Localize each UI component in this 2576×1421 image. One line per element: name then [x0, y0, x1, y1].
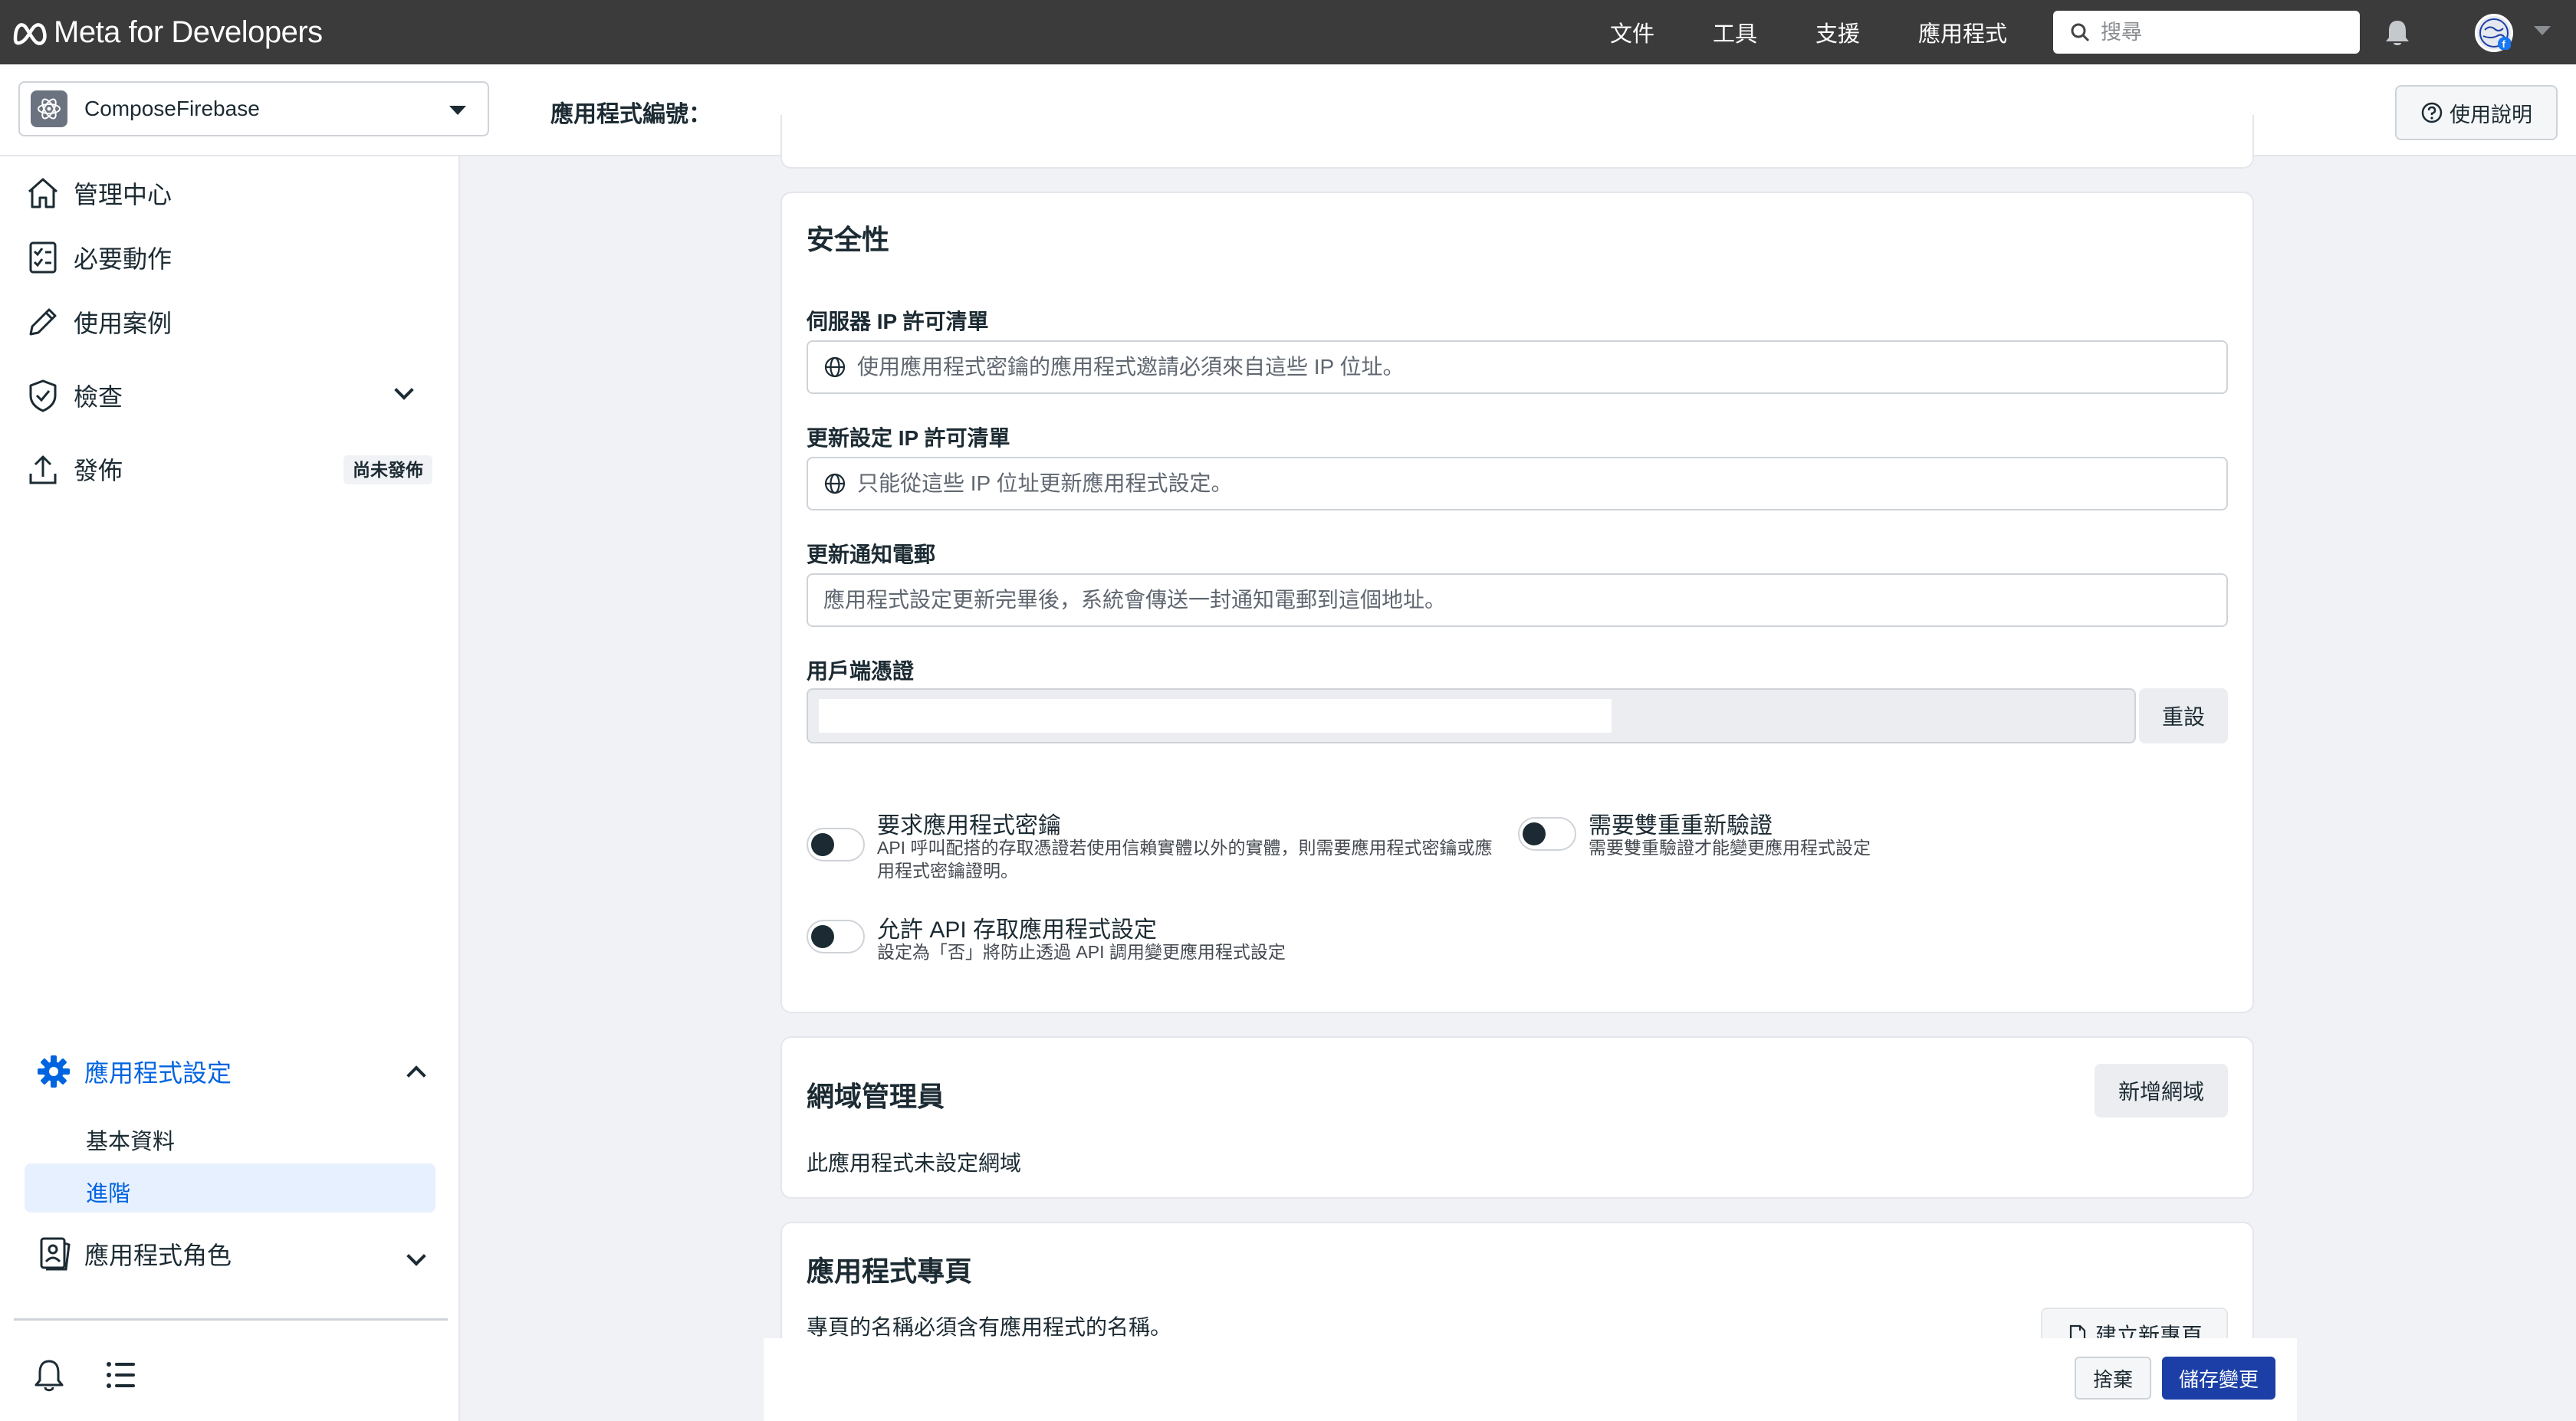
gear-icon — [38, 1055, 70, 1088]
meta-infinity-icon — [13, 22, 47, 45]
sidebar-item-label: 必要動作 — [74, 245, 172, 273]
app-icon — [31, 90, 67, 127]
update-ip-input[interactable] — [857, 471, 2160, 496]
discard-button[interactable]: 捨棄 — [2075, 1357, 2151, 1400]
home-icon — [28, 178, 58, 208]
require-app-secret-desc-2: 用程式密鑰證明。 — [877, 861, 1018, 881]
allow-api-settings-toggle[interactable] — [807, 920, 865, 953]
upload-icon — [29, 455, 57, 484]
sidebar-item-label: 檢查 — [74, 383, 123, 411]
sticky-save-bar — [764, 1338, 2297, 1421]
id-badge-icon — [40, 1237, 71, 1271]
update-ip-label: 更新設定 IP 許可清單 — [807, 426, 1010, 450]
chevron-up-icon[interactable] — [406, 1065, 426, 1085]
notify-email-label: 更新通知電郵 — [807, 543, 936, 566]
status-badge: 尚未發佈 — [343, 455, 432, 484]
notify-email-input[interactable] — [823, 588, 2127, 612]
sidebar-item-app-settings[interactable]: 應用程式設定 — [35, 1053, 232, 1090]
client-token-label: 用戶端憑證 — [807, 659, 915, 683]
shield-check-icon — [29, 379, 57, 412]
sidebar-item-label: 管理中心 — [74, 181, 172, 208]
require-2fa-toggle[interactable] — [1518, 817, 1576, 851]
sidebar-item-label: 使用案例 — [74, 310, 172, 337]
sidebar-item-dashboard[interactable]: 管理中心 — [25, 175, 172, 212]
sidebar-divider — [14, 1318, 448, 1321]
sidebar-subitem-basic[interactable]: 基本資料 — [86, 1124, 175, 1156]
notify-email-field[interactable] — [807, 573, 2228, 627]
checklist-icon — [29, 241, 57, 274]
sidebar-item-required-actions[interactable]: 必要動作 — [25, 239, 172, 276]
user-avatar[interactable]: f — [2475, 14, 2513, 52]
app-page-desc: 專頁的名稱必須含有應用程式的名稱。 — [807, 1315, 1172, 1339]
require-2fa-desc: 需要雙重驗證才能變更應用程式設定 — [1589, 838, 1871, 858]
account-menu-caret-icon[interactable] — [2534, 26, 2551, 35]
brand-name: Meta for Developers — [54, 15, 323, 49]
chevron-down-icon — [449, 106, 466, 115]
security-title: 安全性 — [807, 224, 890, 255]
sidebar-item-publish[interactable]: 發佈 — [25, 451, 123, 487]
help-circle-icon — [2421, 102, 2443, 123]
sidebar-subitem-advanced[interactable]: 進階 — [86, 1176, 130, 1208]
search-input[interactable] — [2101, 20, 2346, 44]
require-app-secret-desc-1: API 呼叫配搭的存取憑證若使用信賴實體以外的實體，則需要應用程式密鑰或應 — [877, 838, 1493, 858]
list-icon[interactable] — [103, 1357, 140, 1393]
meta-logo[interactable]: Meta for Developers — [11, 15, 323, 50]
app-page-title: 應用程式專頁 — [807, 1255, 973, 1287]
pencil-icon — [29, 308, 57, 336]
reset-token-button[interactable]: 重設 — [2139, 688, 2228, 743]
update-ip-field[interactable] — [807, 457, 2228, 510]
sidebar-item-label: 發佈 — [74, 457, 123, 484]
domain-empty-text: 此應用程式未設定網域 — [807, 1151, 1022, 1175]
atom-icon — [38, 98, 61, 120]
nav-tools[interactable]: 工具 — [1713, 16, 1757, 48]
server-ip-input[interactable] — [857, 355, 2160, 379]
previous-section-card — [780, 115, 2254, 169]
top-nav: 文件 工具 支援 應用程式 — [1610, 0, 2065, 64]
top-nav-bar: Meta for Developers 文件 工具 支援 應用程式 f — [0, 0, 2576, 64]
app-id-label: 應用程式編號： — [550, 102, 711, 127]
require-app-secret-toggle[interactable] — [807, 828, 865, 861]
notifications-bell-icon[interactable] — [2383, 18, 2412, 48]
globe-icon — [824, 356, 846, 378]
sidebar-item-use-cases[interactable]: 使用案例 — [25, 304, 172, 340]
allow-api-settings-desc: 設定為「否」將防止透過 API 調用變更應用程式設定 — [877, 942, 1286, 962]
sidebar-item-label: 應用程式設定 — [84, 1059, 232, 1087]
sidebar-item-review[interactable]: 檢查 — [25, 377, 123, 414]
nav-apps[interactable]: 應用程式 — [1918, 16, 2007, 48]
chevron-down-icon[interactable] — [394, 380, 414, 400]
globe-icon — [824, 473, 846, 494]
server-ip-field[interactable] — [807, 340, 2228, 394]
sidebar: 管理中心 必要動作 使用案例 檢查 發佈 尚未發佈 應用程式設定 基本資料 進階… — [0, 156, 460, 1421]
help-label: 使用說明 — [2450, 103, 2532, 126]
client-token-value — [819, 699, 1612, 733]
svg-text:f: f — [2502, 38, 2506, 50]
sidebar-item-label: 應用程式角色 — [84, 1242, 232, 1269]
nav-support[interactable]: 支援 — [1815, 16, 1860, 48]
search-box[interactable] — [2053, 11, 2360, 54]
nav-docs[interactable]: 文件 — [1610, 16, 1654, 48]
sidebar-item-app-roles[interactable]: 應用程式角色 — [35, 1236, 232, 1272]
app-name: ComposeFirebase — [84, 97, 260, 120]
chevron-down-icon[interactable] — [406, 1246, 426, 1266]
save-changes-button[interactable]: 儲存變更 — [2162, 1357, 2275, 1400]
server-ip-label: 伺服器 IP 許可清單 — [807, 310, 989, 333]
domain-manager-title: 網域管理員 — [807, 1081, 945, 1112]
notifications-bell-icon[interactable] — [31, 1357, 67, 1393]
globe-avatar-icon: f — [2479, 18, 2512, 51]
app-selector[interactable]: ComposeFirebase — [18, 81, 489, 136]
client-token-field[interactable] — [807, 688, 2136, 743]
help-button[interactable]: 使用說明 — [2395, 85, 2558, 140]
search-icon — [2071, 23, 2090, 42]
add-domain-button[interactable]: 新增網域 — [2095, 1064, 2228, 1117]
